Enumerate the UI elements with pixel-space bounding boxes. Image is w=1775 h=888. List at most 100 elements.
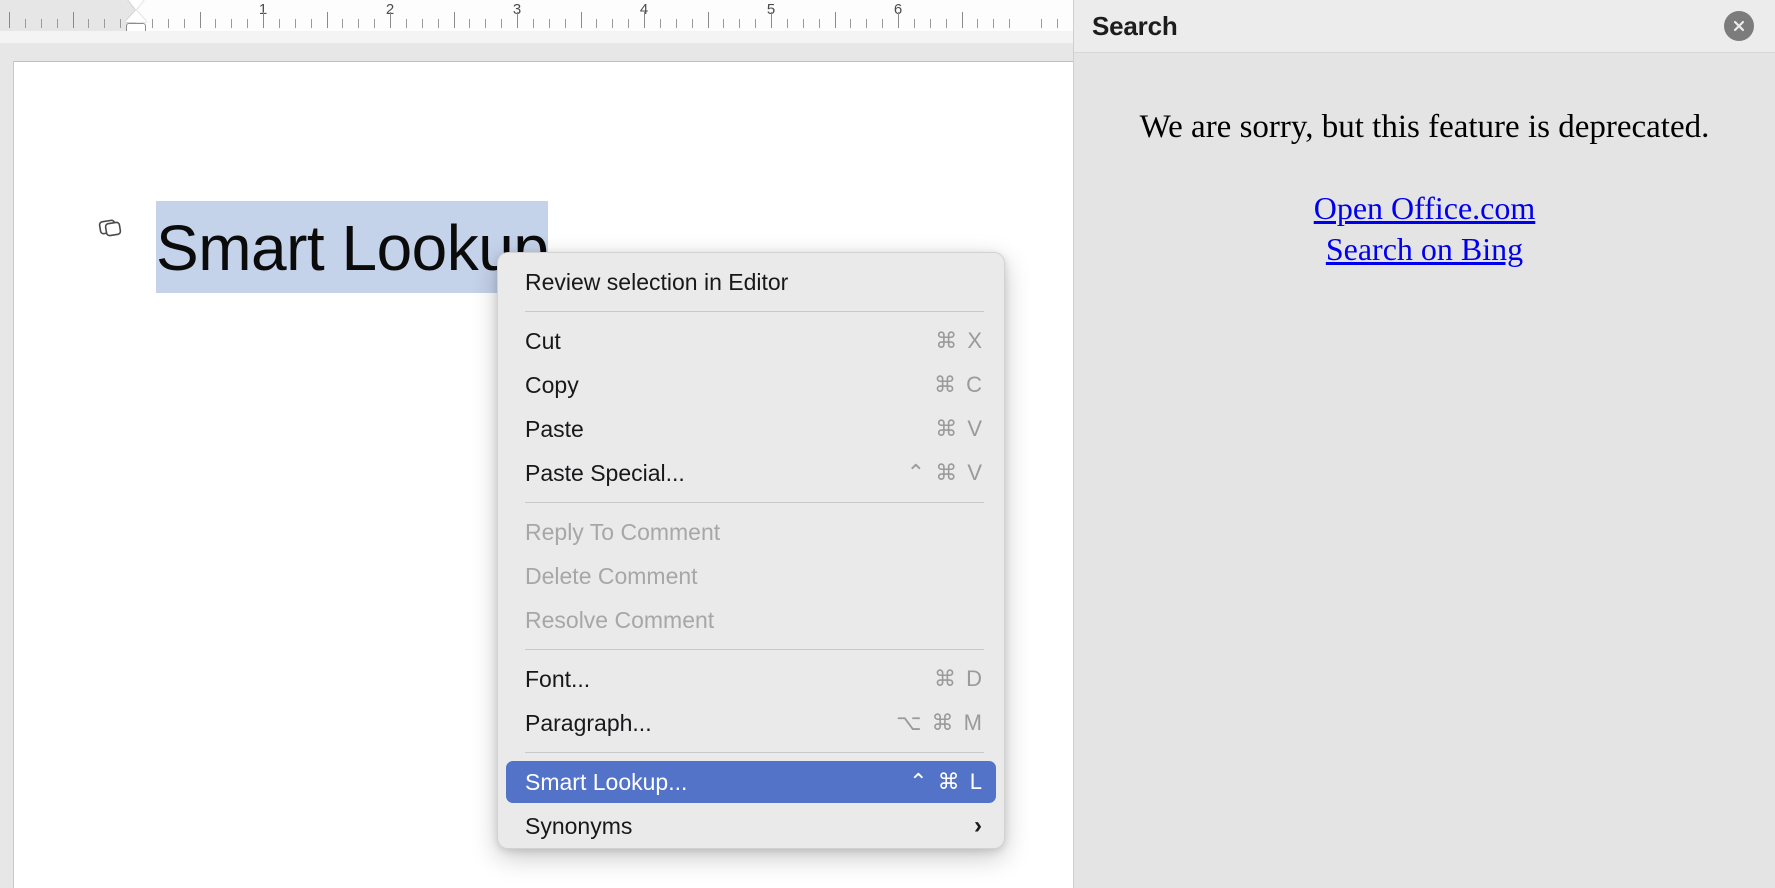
menu-separator xyxy=(525,502,984,503)
comment-icon[interactable] xyxy=(96,214,126,244)
menu-item-label: Smart Lookup... xyxy=(525,768,688,795)
ruler-tick xyxy=(184,19,185,28)
ruler-tick xyxy=(422,19,423,28)
menu-item-label: Resolve Comment xyxy=(525,606,715,633)
indent-top-triangle-icon xyxy=(125,0,147,10)
ruler-tick xyxy=(914,19,915,28)
ruler-tick xyxy=(152,19,153,28)
ruler-tick xyxy=(708,12,709,28)
search-panel: Search We are sorry, but this feature is… xyxy=(1073,0,1775,888)
menu-item-shortcut: ⌥ ⌘ M xyxy=(896,710,984,735)
menu-item-paragraph[interactable]: Paragraph... ⌥ ⌘ M xyxy=(498,701,1004,745)
ruler-tick xyxy=(342,19,343,28)
menu-item-review-selection-in-editor[interactable]: Review selection in Editor xyxy=(498,260,1004,304)
ruler-tick xyxy=(866,19,867,28)
menu-item-shortcut: ⌃ ⌘ L xyxy=(909,769,984,794)
first-line-indent-marker[interactable] xyxy=(125,0,147,31)
ruler-tick xyxy=(263,12,264,28)
ruler-tick xyxy=(120,19,121,28)
ruler-tick xyxy=(819,19,820,28)
context-menu[interactable]: Review selection in Editor Cut ⌘ X Copy ⌘ C P… xyxy=(497,252,1005,849)
ruler-tick xyxy=(104,19,105,28)
ruler-tick xyxy=(327,12,328,28)
ruler-tick xyxy=(771,12,772,28)
menu-item-smart-lookup[interactable]: Smart Lookup... ⌃ ⌘ L xyxy=(498,760,1004,804)
ruler-tick xyxy=(374,19,375,28)
ruler-tick xyxy=(692,19,693,28)
close-icon xyxy=(1733,20,1745,32)
ruler-tick xyxy=(390,12,391,28)
search-panel-header: Search xyxy=(1074,0,1775,53)
deprecated-message: We are sorry, but this feature is deprec… xyxy=(1139,109,1710,145)
ruler-tick xyxy=(454,12,455,28)
link-search-on-bing[interactable]: Search on Bing xyxy=(1074,229,1775,270)
ruler-tick xyxy=(977,19,978,28)
menu-item-reply-to-comment: Reply To Comment xyxy=(498,510,1004,554)
menu-item-label: Paste Special... xyxy=(525,459,685,486)
ruler-tick xyxy=(168,19,169,28)
menu-item-shortcut: ⌘ V xyxy=(935,416,984,441)
ruler-tick xyxy=(200,12,201,28)
ruler-tick xyxy=(850,19,851,28)
ruler-tick xyxy=(231,19,232,28)
ruler-tick xyxy=(962,12,963,28)
ruler-tick xyxy=(993,19,994,28)
menu-item-label: Synonyms xyxy=(525,812,633,839)
menu-item-synonyms[interactable]: Synonyms › xyxy=(498,804,1004,848)
indent-bottom-triangle-icon xyxy=(125,10,147,22)
ruler-tick xyxy=(723,19,724,28)
page-title[interactable]: Smart Lookup xyxy=(156,201,549,293)
menu-item-paste-special[interactable]: Paste Special... ⌃ ⌘ V xyxy=(498,451,1004,495)
ruler-tick xyxy=(612,19,613,28)
selected-text[interactable]: Smart Lookup xyxy=(156,201,549,293)
ruler-tick xyxy=(628,19,629,28)
ruler-tick xyxy=(73,12,74,28)
menu-item-label: Reply To Comment xyxy=(525,518,721,545)
ruler-tick xyxy=(295,19,296,28)
ruler-underlay xyxy=(0,31,1073,44)
ruler-tick xyxy=(406,19,407,28)
ruler-tick xyxy=(787,19,788,28)
ruler-ticks: 123456 xyxy=(0,0,1073,31)
ruler-tick xyxy=(549,19,550,28)
horizontal-ruler[interactable]: 123456 xyxy=(0,0,1073,32)
menu-item-shortcut: ⌘ D xyxy=(934,666,984,691)
menu-separator xyxy=(525,649,984,650)
ruler-tick xyxy=(215,19,216,28)
menu-separator xyxy=(525,311,984,312)
ruler-tick xyxy=(247,19,248,28)
ruler-tick xyxy=(358,19,359,28)
menu-item-shortcut: ⌃ ⌘ V xyxy=(906,460,984,485)
menu-item-shortcut: ⌘ C xyxy=(934,372,984,397)
ruler-tick xyxy=(469,19,470,28)
menu-item-copy[interactable]: Copy ⌘ C xyxy=(498,363,1004,407)
close-button[interactable] xyxy=(1724,11,1754,41)
ruler-tick xyxy=(739,19,740,28)
ruler-tick xyxy=(1009,19,1010,28)
menu-item-font[interactable]: Font... ⌘ D xyxy=(498,657,1004,701)
menu-separator xyxy=(525,752,984,753)
menu-item-label: Copy xyxy=(525,371,579,398)
link-open-office-com[interactable]: Open Office.com xyxy=(1074,188,1775,229)
app-root: 123456 Smart Lookup Review selection in … xyxy=(0,0,1775,888)
menu-item-cut[interactable]: Cut ⌘ X xyxy=(498,319,1004,363)
ruler-tick xyxy=(517,12,518,28)
chevron-right-icon: › xyxy=(974,812,982,839)
ruler-tick xyxy=(660,19,661,28)
menu-item-label: Paste xyxy=(525,415,584,442)
ruler-tick xyxy=(596,19,597,28)
ruler-tick xyxy=(565,19,566,28)
menu-item-resolve-comment: Resolve Comment xyxy=(498,598,1004,642)
ruler-tick xyxy=(946,19,947,28)
ruler-tick xyxy=(581,12,582,28)
ruler-tick xyxy=(835,12,836,28)
ruler-tick xyxy=(898,12,899,28)
ruler-tick xyxy=(311,19,312,28)
ruler-tick xyxy=(676,19,677,28)
ruler-tick xyxy=(501,19,502,28)
ruler-tick xyxy=(1057,19,1058,28)
ruler-tick xyxy=(25,19,26,28)
ruler-tick xyxy=(279,19,280,28)
search-links-list: Open Office.com Search on Bing xyxy=(1074,188,1775,270)
menu-item-paste[interactable]: Paste ⌘ V xyxy=(498,407,1004,451)
